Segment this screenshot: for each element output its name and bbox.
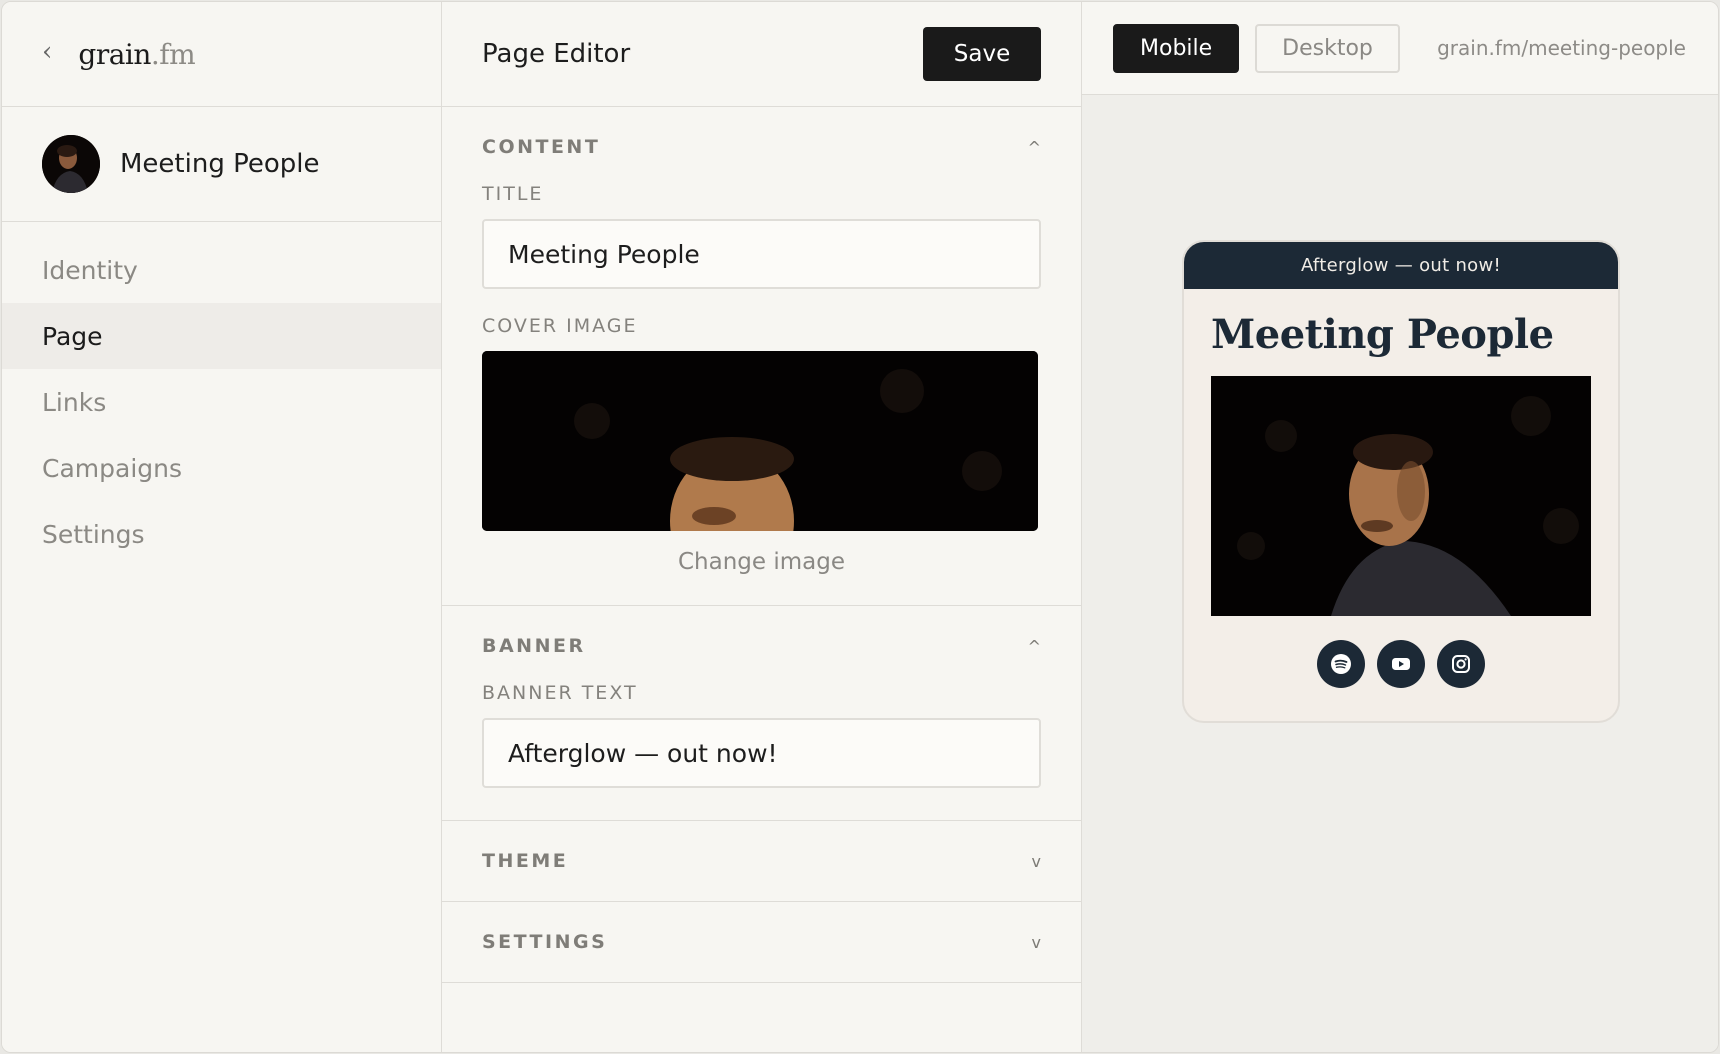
section-label: THEME <box>482 850 569 872</box>
change-image-link[interactable]: Change image <box>482 549 1041 575</box>
title-field-label: TITLE <box>482 183 544 205</box>
sidebar-item-links[interactable]: Links <box>2 369 441 435</box>
banner-section-header[interactable]: BANNER ^ <box>482 606 1041 686</box>
section-label: CONTENT <box>482 136 601 158</box>
chevron-up-icon: ^ <box>1027 137 1041 157</box>
banner-text-input[interactable] <box>482 718 1041 788</box>
mobile-preview-card: Afterglow — out now! Meeting People <box>1182 240 1620 723</box>
settings-section: SETTINGS v <box>442 902 1081 983</box>
theme-section: THEME v <box>442 821 1081 902</box>
sidebar-item-identity[interactable]: Identity <box>2 237 441 303</box>
section-label: BANNER <box>482 635 586 657</box>
editor-header: Page Editor Save <box>442 2 1081 107</box>
content-section: CONTENT ^ TITLE COVER IMAGE Change image <box>442 107 1081 606</box>
brand-bar: ‹ grain.fm <box>2 2 441 107</box>
preview-title: Meeting People <box>1211 311 1554 358</box>
sidebar-item-page[interactable]: Page <box>2 303 441 369</box>
preview-toolbar: Mobile Desktop grain.fm/meeting-people <box>1082 2 1718 95</box>
sidebar-nav: Identity Page Links Campaigns Settings <box>2 222 441 567</box>
save-button[interactable]: Save <box>923 27 1041 81</box>
mobile-view-button[interactable]: Mobile <box>1113 23 1240 73</box>
sidebar: ‹ grain.fm Meeting People Identity Page … <box>2 2 442 1052</box>
page-url[interactable]: grain.fm/meeting-people <box>1437 36 1686 60</box>
instagram-icon[interactable] <box>1437 640 1485 688</box>
logo: grain.fm <box>78 37 196 71</box>
section-label: SETTINGS <box>482 931 608 953</box>
artist-header[interactable]: Meeting People <box>2 107 441 222</box>
youtube-icon[interactable] <box>1377 640 1425 688</box>
sidebar-item-campaigns[interactable]: Campaigns <box>2 435 441 501</box>
title-input[interactable] <box>482 219 1041 289</box>
chevron-down-icon: v <box>1031 932 1041 952</box>
content-section-header[interactable]: CONTENT ^ <box>482 107 1041 187</box>
social-links <box>1184 640 1618 688</box>
cover-image-label: COVER IMAGE <box>482 315 638 337</box>
page-editor: Page Editor Save CONTENT ^ TITLE COVER I… <box>442 2 1082 1052</box>
avatar <box>42 135 100 193</box>
sidebar-item-settings[interactable]: Settings <box>2 501 441 567</box>
page-title: Page Editor <box>482 39 631 69</box>
banner-text-label: BANNER TEXT <box>482 682 638 704</box>
preview-cover-image <box>1211 376 1591 616</box>
artist-name: Meeting People <box>120 149 320 179</box>
cover-image <box>482 351 1038 531</box>
chevron-down-icon: v <box>1031 851 1041 871</box>
theme-section-header[interactable]: THEME v <box>482 821 1041 901</box>
app-window: ‹ grain.fm Meeting People Identity Page … <box>1 1 1719 1053</box>
settings-section-header[interactable]: SETTINGS v <box>482 902 1041 982</box>
spotify-icon[interactable] <box>1317 640 1365 688</box>
desktop-view-button[interactable]: Desktop <box>1255 23 1400 73</box>
preview-pane: Mobile Desktop grain.fm/meeting-people A… <box>1082 2 1718 1052</box>
back-chevron-icon[interactable]: ‹ <box>42 37 52 67</box>
banner-section: BANNER ^ BANNER TEXT <box>442 606 1081 821</box>
chevron-up-icon: ^ <box>1027 636 1041 656</box>
preview-banner: Afterglow — out now! <box>1184 242 1618 289</box>
